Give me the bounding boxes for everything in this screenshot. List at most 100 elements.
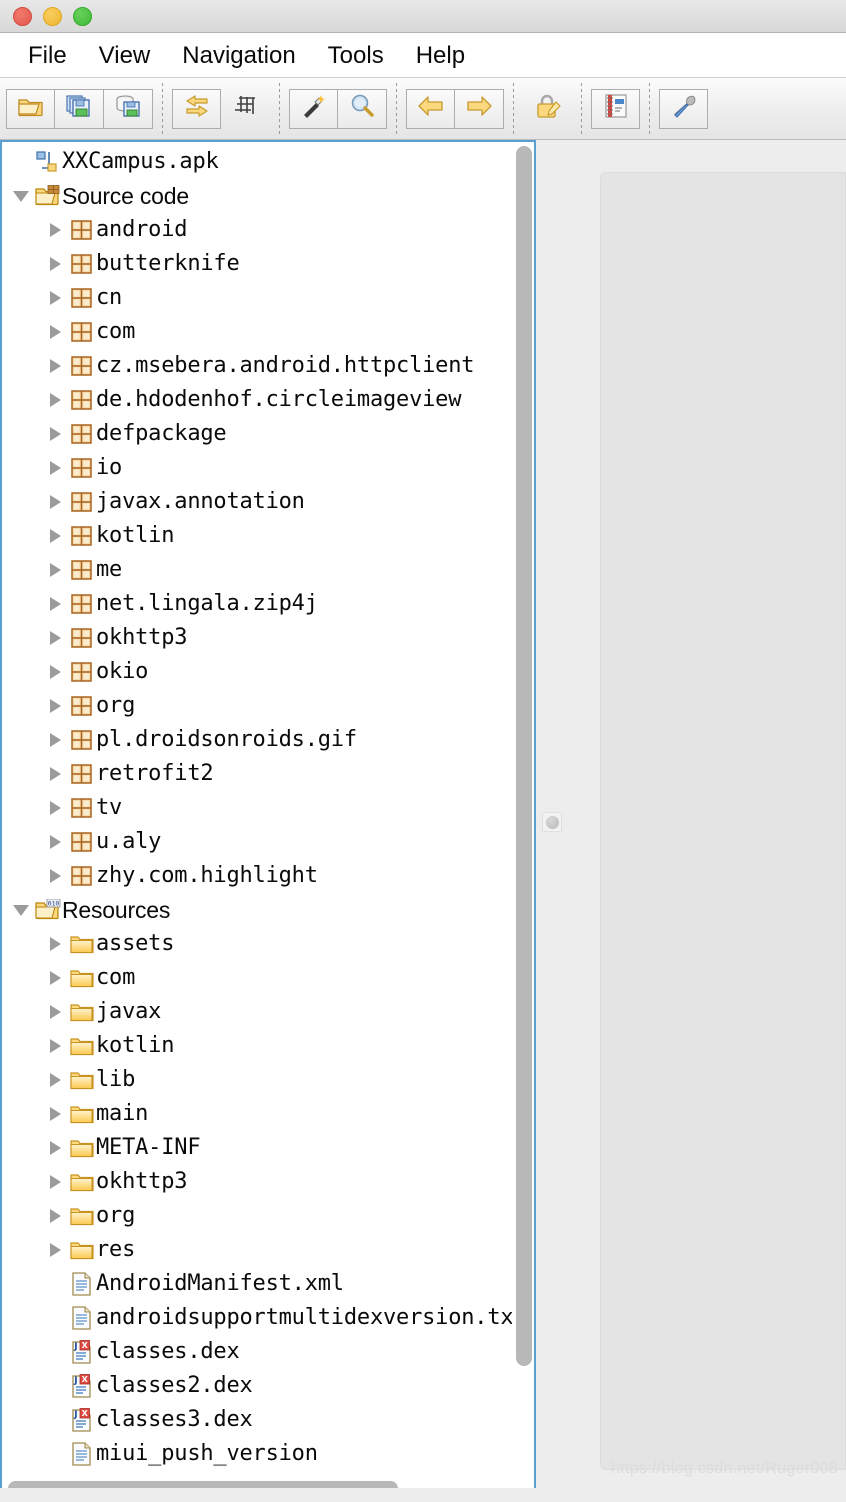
tree-row-root[interactable]: XXCampus.apk	[2, 145, 512, 179]
forward-button[interactable]	[455, 88, 504, 129]
save-all-sources-button[interactable]	[55, 88, 104, 129]
chevron-right-icon[interactable]	[42, 597, 68, 611]
tree-row[interactable]: butterknife	[2, 247, 512, 281]
tree-row[interactable]: org	[2, 689, 512, 723]
tree-row[interactable]: res	[2, 1233, 512, 1267]
chevron-right-icon[interactable]	[42, 325, 68, 339]
tree-row[interactable]: android	[2, 213, 512, 247]
editor-surface[interactable]	[600, 172, 846, 1470]
tree-row[interactable]: me	[2, 553, 512, 587]
tree-vertical-scrollbar[interactable]	[512, 142, 534, 1476]
tree-row[interactable]: tv	[2, 791, 512, 825]
chevron-down-icon[interactable]	[8, 190, 34, 202]
chevron-right-icon[interactable]	[42, 767, 68, 781]
tree-row[interactable]: assets	[2, 927, 512, 961]
tree-row[interactable]: Source code	[2, 179, 512, 213]
chevron-right-icon[interactable]	[42, 937, 68, 951]
tree-row[interactable]: org	[2, 1199, 512, 1233]
chevron-right-icon[interactable]	[42, 529, 68, 543]
chevron-right-icon[interactable]	[42, 563, 68, 577]
tree-row[interactable]: okhttp3	[2, 1165, 512, 1199]
chevron-right-icon[interactable]	[42, 835, 68, 849]
split-divider-grip[interactable]	[542, 812, 562, 832]
tree-row[interactable]: okio	[2, 655, 512, 689]
chevron-right-icon[interactable]	[42, 393, 68, 407]
search-wand-button[interactable]	[289, 88, 338, 129]
chevron-right-icon[interactable]	[42, 699, 68, 713]
tree-row[interactable]: io	[2, 451, 512, 485]
chevron-right-icon[interactable]	[42, 801, 68, 815]
tree-row[interactable]: miui_push_version	[2, 1437, 512, 1471]
chevron-right-icon[interactable]	[42, 359, 68, 373]
split-divider[interactable]	[536, 140, 568, 1502]
tools-button[interactable]	[659, 88, 708, 129]
menu-file[interactable]: File	[12, 33, 83, 78]
chevron-right-icon[interactable]	[42, 427, 68, 441]
save-source-button[interactable]	[104, 88, 153, 129]
tree-row[interactable]: okhttp3	[2, 621, 512, 655]
tree-row[interactable]: retrofit2	[2, 757, 512, 791]
tree-row-label: android	[96, 217, 188, 242]
menu-tools[interactable]: Tools	[312, 33, 400, 78]
chevron-down-icon[interactable]	[8, 904, 34, 916]
tree-row[interactable]: javax	[2, 995, 512, 1029]
open-file-button[interactable]	[6, 88, 55, 129]
chevron-right-icon[interactable]	[42, 1107, 68, 1121]
tree-row[interactable]: META-INF	[2, 1131, 512, 1165]
tree-row[interactable]: androidsupportmultidexversion.txt	[2, 1301, 512, 1335]
tree-row[interactable]: zhy.com.highlight	[2, 859, 512, 893]
tree-row[interactable]: J X classes.dex	[2, 1335, 512, 1369]
log-button[interactable]	[591, 88, 640, 129]
chevron-right-icon[interactable]	[42, 1175, 68, 1189]
chevron-right-icon[interactable]	[42, 631, 68, 645]
tree-row[interactable]: pl.droidsonroids.gif	[2, 723, 512, 757]
tree-row[interactable]: AndroidManifest.xml	[2, 1267, 512, 1301]
back-button[interactable]	[406, 88, 455, 129]
close-window-button[interactable]	[13, 6, 32, 26]
tree-row[interactable]: 010 Resources	[2, 893, 512, 927]
maximize-window-button[interactable]	[73, 6, 92, 26]
tree-row[interactable]: javax.annotation	[2, 485, 512, 519]
tree-row[interactable]: u.aly	[2, 825, 512, 859]
tree-row[interactable]: net.lingala.zip4j	[2, 587, 512, 621]
tree-row-label: defpackage	[96, 421, 227, 446]
tree-row[interactable]: lib	[2, 1063, 512, 1097]
chevron-right-icon[interactable]	[42, 257, 68, 271]
chevron-right-icon[interactable]	[42, 1209, 68, 1223]
chevron-right-icon[interactable]	[42, 461, 68, 475]
tree-row-label: u.aly	[96, 829, 162, 854]
chevron-right-icon[interactable]	[42, 223, 68, 237]
tree-row[interactable]: main	[2, 1097, 512, 1131]
tree-row[interactable]: J X classes3.dex	[2, 1403, 512, 1437]
open-type-hierarchy-button[interactable]	[221, 89, 270, 129]
chevron-right-icon[interactable]	[42, 869, 68, 883]
chevron-right-icon[interactable]	[42, 1243, 68, 1257]
tree-row[interactable]: J X classes2.dex	[2, 1369, 512, 1403]
chevron-right-icon[interactable]	[42, 1141, 68, 1155]
tree-row[interactable]: com	[2, 961, 512, 995]
minimize-window-button[interactable]	[43, 6, 62, 26]
tree-row[interactable]: kotlin	[2, 1029, 512, 1063]
tree-row[interactable]: com	[2, 315, 512, 349]
tree-row[interactable]: kotlin	[2, 519, 512, 553]
search-button[interactable]	[338, 88, 387, 129]
chevron-right-icon[interactable]	[42, 1005, 68, 1019]
tree-row[interactable]: defpackage	[2, 417, 512, 451]
chevron-right-icon[interactable]	[42, 1073, 68, 1087]
chevron-right-icon[interactable]	[42, 495, 68, 509]
preferences-lock-button[interactable]	[523, 89, 572, 129]
menu-help[interactable]: Help	[400, 33, 481, 78]
chevron-right-icon[interactable]	[42, 733, 68, 747]
chevron-right-icon[interactable]	[42, 1039, 68, 1053]
tree-row[interactable]: cn	[2, 281, 512, 315]
tree-row[interactable]: de.hdodenhof.circleimageview	[2, 383, 512, 417]
open-type-button[interactable]	[172, 88, 221, 129]
package-tree[interactable]: XXCampus.apk Source code android butterk…	[2, 142, 512, 1476]
chevron-right-icon[interactable]	[42, 291, 68, 305]
menu-navigation[interactable]: Navigation	[166, 33, 311, 78]
chevron-right-icon[interactable]	[42, 665, 68, 679]
tree-vertical-scroll-thumb[interactable]	[516, 146, 532, 1366]
chevron-right-icon[interactable]	[42, 971, 68, 985]
tree-row[interactable]: cz.msebera.android.httpclient	[2, 349, 512, 383]
menu-view[interactable]: View	[83, 33, 167, 78]
